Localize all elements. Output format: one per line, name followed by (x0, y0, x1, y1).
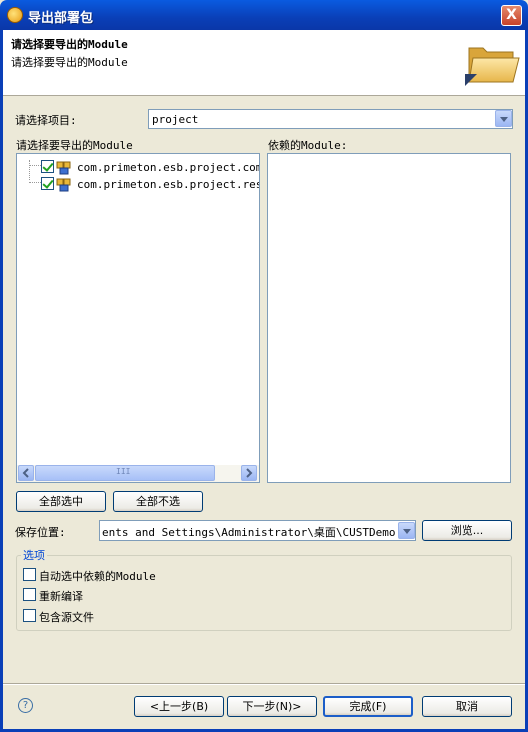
list-item[interactable]: com.primeton.esb.project.common (41, 159, 259, 175)
next-button[interactable]: 下一步(N)> (227, 696, 317, 717)
help-icon[interactable]: ? (18, 698, 33, 713)
module-icon (56, 178, 71, 192)
project-label: 请选择项目: (15, 114, 77, 127)
option-row[interactable]: 包含源文件 (23, 608, 323, 624)
save-location-combo[interactable]: ents and Settings\Administrator\桌面\CUSTD… (99, 520, 416, 541)
project-combo[interactable]: project (148, 109, 513, 129)
banner-title: 请选择要导出的Module (11, 38, 128, 51)
dependencies-label: 依赖的Module: (268, 139, 348, 152)
app-icon (7, 7, 23, 23)
deselect-all-button[interactable]: 全部不选 (113, 491, 203, 512)
module-checkbox[interactable] (41, 177, 54, 190)
option-label: 包含源文件 (39, 611, 94, 624)
scroll-left-button[interactable] (18, 465, 34, 481)
folder-icon (465, 47, 520, 86)
chevron-left-icon (22, 468, 29, 478)
project-value: project (152, 113, 199, 126)
option-label: 自动选中依赖的Module (39, 570, 156, 583)
auto-select-checkbox[interactable] (23, 568, 36, 581)
horizontal-scrollbar[interactable]: III (17, 465, 259, 482)
module-label: com.primeton.esb.project.common (77, 161, 259, 174)
save-location-value: ents and Settings\Administrator\桌面\CUSTD… (102, 526, 416, 539)
window-title: 导出部署包 (28, 11, 94, 26)
chevron-down-icon[interactable] (495, 110, 512, 127)
option-row[interactable]: 重新编译 (23, 587, 323, 603)
module-checkbox[interactable] (41, 160, 54, 173)
list-item[interactable]: com.primeton.esb.project.restaw (41, 176, 259, 192)
recompile-checkbox[interactable] (23, 588, 36, 601)
wizard-banner: 请选择要导出的Module 请选择要导出的Module (3, 30, 525, 96)
tree-line (29, 182, 41, 183)
chevron-right-icon (246, 468, 253, 478)
module-icon (56, 161, 71, 175)
chevron-down-icon[interactable] (398, 522, 415, 539)
option-label: 重新编译 (39, 590, 83, 603)
include-source-checkbox[interactable] (23, 609, 36, 622)
browse-button[interactable]: 浏览... (422, 520, 512, 541)
scroll-right-button[interactable] (241, 465, 257, 481)
back-button[interactable]: <上一步(B) (134, 696, 224, 717)
options-title: 选项 (21, 547, 47, 563)
scroll-thumb[interactable]: III (35, 465, 215, 481)
select-all-button[interactable]: 全部选中 (16, 491, 106, 512)
tree-line (29, 165, 41, 166)
module-tree[interactable]: com.primeton.esb.project.common com.prim… (16, 153, 260, 483)
tree-line (29, 160, 30, 180)
modules-label: 请选择要导出的Module (16, 139, 133, 152)
dependencies-list[interactable] (267, 153, 511, 483)
cancel-button[interactable]: 取消 (422, 696, 512, 717)
window-border-left (0, 30, 3, 732)
save-location-label: 保存位置: (15, 526, 66, 539)
footer-separator (3, 683, 525, 685)
title-bar: 导出部署包 (0, 0, 528, 30)
close-button[interactable]: X (501, 5, 522, 26)
banner-subtitle: 请选择要导出的Module (11, 56, 128, 69)
scroll-grip: III (116, 467, 131, 476)
finish-button[interactable]: 完成(F) (323, 696, 413, 717)
module-label: com.primeton.esb.project.restaw (77, 178, 259, 191)
option-row[interactable]: 自动选中依赖的Module (23, 567, 323, 583)
